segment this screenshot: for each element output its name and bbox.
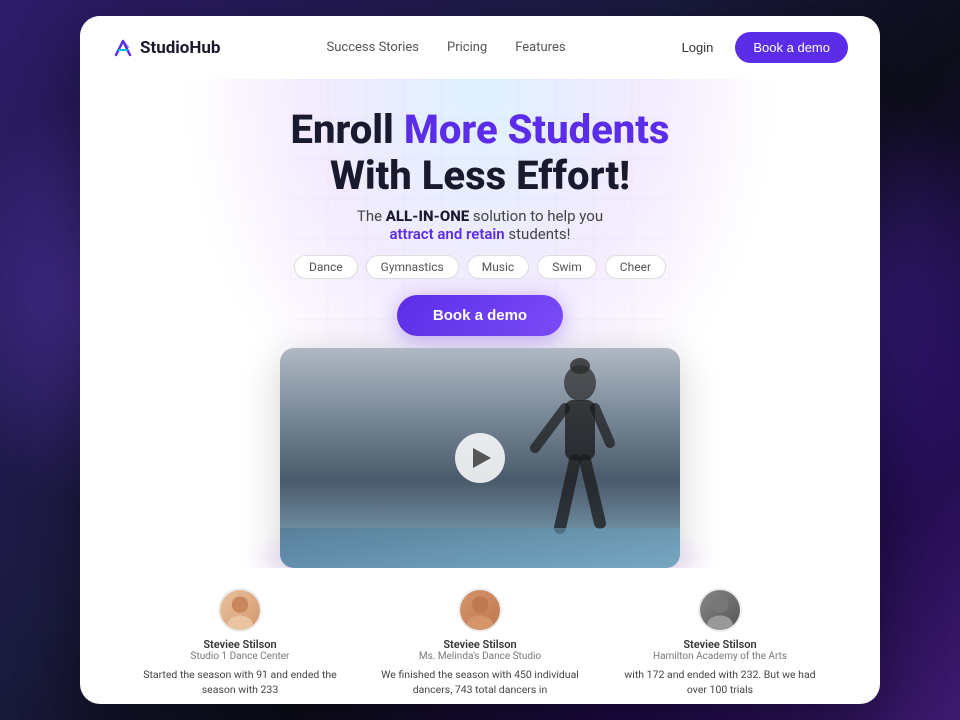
hero-subtitle-bold: ALL-IN-ONE	[386, 207, 469, 225]
testimonial-1-name: Steviee Stilson	[140, 638, 340, 651]
testimonial-2-name: Steviee Stilson	[380, 638, 580, 651]
tag-swim[interactable]: Swim	[537, 255, 597, 279]
video-container	[80, 348, 880, 568]
nav-links: Success Stories Pricing Features	[327, 40, 566, 55]
testimonial-1-text: Started the season with 91 and ended the…	[140, 668, 340, 697]
testimonial-3: Steviee Stilson Hamilton Academy of the …	[620, 588, 820, 697]
nav-actions: Login Book a demo	[672, 32, 848, 63]
logo-text: StudioHub	[140, 38, 221, 58]
play-button[interactable]	[455, 433, 505, 483]
tag-gymnastics[interactable]: Gymnastics	[366, 255, 459, 279]
avatar-1	[218, 588, 262, 632]
hero-cta-button[interactable]: Book a demo	[397, 295, 563, 336]
avatar-2-image	[460, 590, 500, 630]
testimonial-2: Steviee Stilson Ms. Melinda's Dance Stud…	[380, 588, 580, 697]
testimonial-2-studio: Ms. Melinda's Dance Studio	[380, 651, 580, 662]
hero-content: Enroll More Students With Less Effort! T…	[120, 107, 840, 352]
avatar-3	[698, 588, 742, 632]
testimonial-1-studio: Studio 1 Dance Center	[140, 651, 340, 662]
hero-area: Enroll More Students With Less Effort! T…	[80, 79, 880, 568]
avatar-1-image	[220, 590, 260, 630]
testimonial-3-studio: Hamilton Academy of the Arts	[620, 651, 820, 662]
logo: StudioHub	[112, 37, 221, 59]
hero-title: Enroll More Students With Less Effort!	[120, 107, 840, 199]
tag-music[interactable]: Music	[467, 255, 529, 279]
avatar-2	[458, 588, 502, 632]
tag-dance[interactable]: Dance	[294, 255, 358, 279]
nav-success-stories[interactable]: Success Stories	[327, 40, 419, 55]
hero-subtitle-colored: attract and retain	[389, 225, 504, 243]
testimonial-3-text: with 172 and ended with 232. But we had …	[620, 668, 820, 697]
tag-cheer[interactable]: Cheer	[605, 255, 666, 279]
nav-demo-button[interactable]: Book a demo	[735, 32, 848, 63]
main-card: StudioHub Success Stories Pricing Featur…	[80, 16, 880, 704]
avatar-3-image	[700, 590, 740, 630]
hero-section: Enroll More Students With Less Effort! T…	[80, 79, 880, 352]
navbar: StudioHub Success Stories Pricing Featur…	[80, 16, 880, 79]
hero-title-part1: Enroll	[291, 106, 404, 153]
play-icon	[473, 448, 491, 468]
nav-features[interactable]: Features	[515, 40, 565, 55]
hero-title-highlight: More Students	[404, 106, 670, 153]
nav-pricing[interactable]: Pricing	[447, 40, 487, 55]
testimonial-1: Steviee Stilson Studio 1 Dance Center St…	[140, 588, 340, 697]
login-button[interactable]: Login	[672, 34, 724, 61]
logo-icon	[112, 37, 134, 59]
testimonial-2-text: We finished the season with 450 individu…	[380, 668, 580, 697]
hero-title-part2: With Less Effort!	[330, 152, 630, 199]
category-tags: Dance Gymnastics Music Swim Cheer	[120, 255, 840, 279]
testimonial-3-name: Steviee Stilson	[620, 638, 820, 651]
testimonials-section: Steviee Stilson Studio 1 Dance Center St…	[80, 568, 880, 697]
hero-subtitle: The ALL-IN-ONE solution to help you attr…	[120, 207, 840, 243]
video-player[interactable]	[280, 348, 680, 568]
